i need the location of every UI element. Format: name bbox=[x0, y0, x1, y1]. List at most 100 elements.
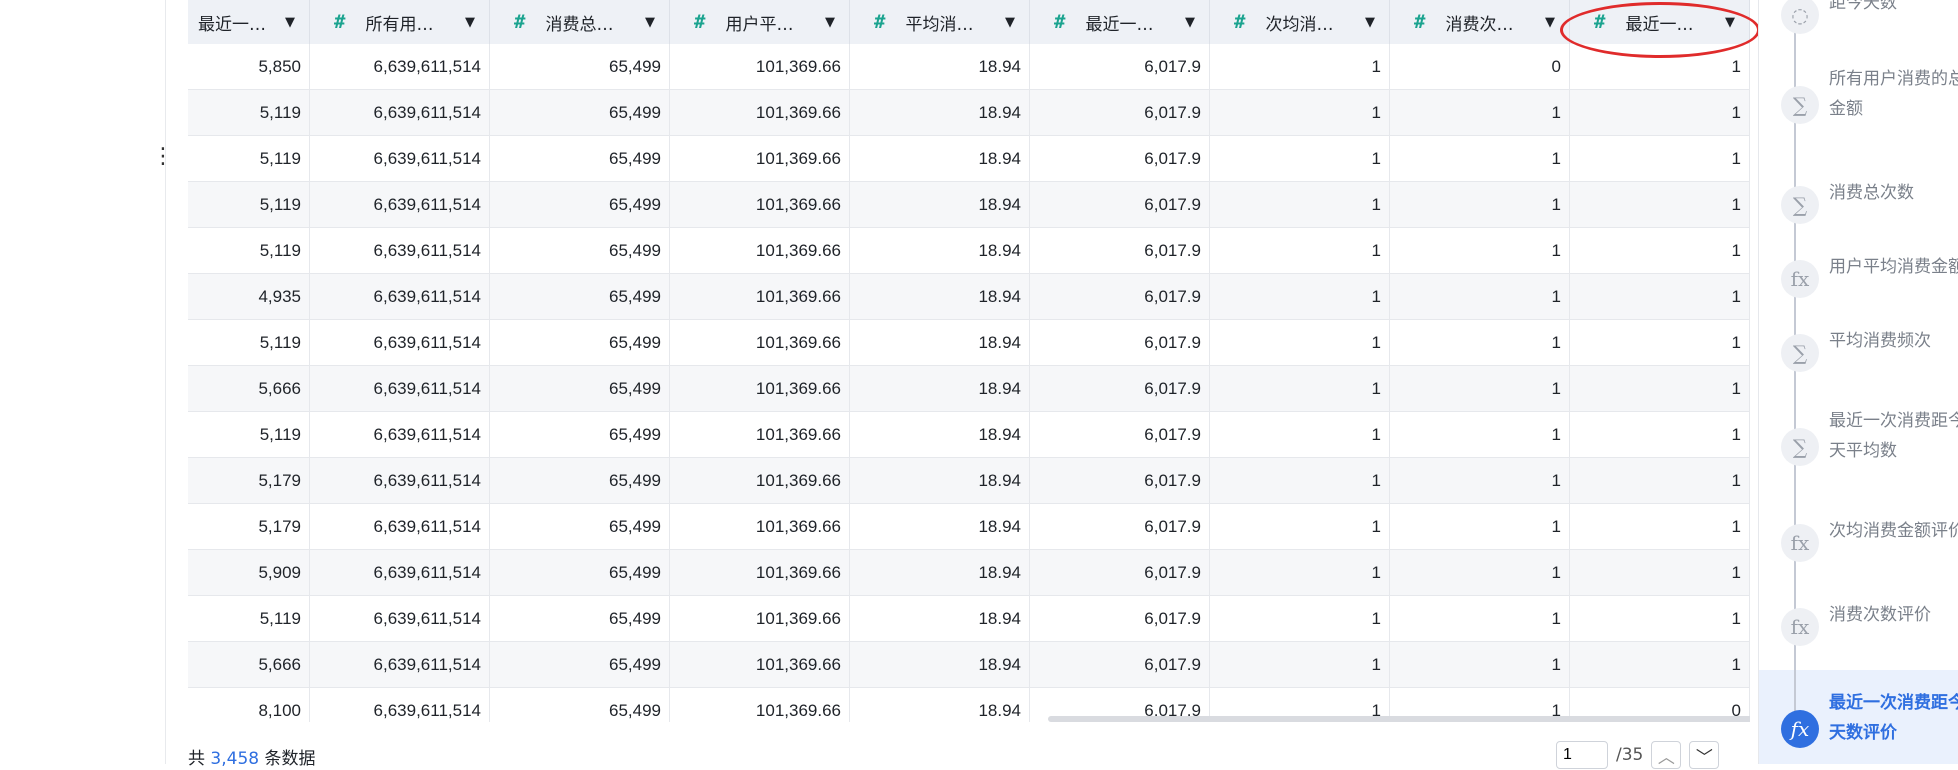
table-row[interactable]: 5,119 6,639,611,514 65,499 101,369.66 18.94 6… bbox=[188, 596, 1750, 642]
table-row[interactable]: 5,119 6,639,611,514 65,499 101,369.66 18.94 6… bbox=[188, 412, 1750, 458]
table-cell[interactable]: 1 bbox=[1570, 228, 1750, 273]
table-cell[interactable]: 6,639,611,514 bbox=[310, 228, 490, 273]
next-page-button[interactable]: ﹀ bbox=[1689, 741, 1720, 769]
table-cell[interactable]: 65,499 bbox=[490, 550, 670, 595]
table-cell[interactable]: 101,369.66 bbox=[670, 182, 850, 227]
table-cell[interactable]: 5,666 bbox=[188, 366, 310, 411]
table-cell[interactable]: 65,499 bbox=[490, 136, 670, 181]
table-cell[interactable]: 1 bbox=[1210, 90, 1390, 135]
table-cell[interactable]: 6,017.9 bbox=[1030, 366, 1210, 411]
table-cell[interactable]: 5,850 bbox=[188, 44, 310, 89]
table-cell[interactable]: 65,499 bbox=[490, 274, 670, 319]
table-cell[interactable]: 6,017.9 bbox=[1030, 228, 1210, 273]
table-cell[interactable]: 1 bbox=[1210, 136, 1390, 181]
table-cell[interactable]: 5,119 bbox=[188, 320, 310, 365]
column-header-8[interactable]: # 最近一… ▼ bbox=[1570, 0, 1750, 44]
table-cell[interactable]: 1 bbox=[1390, 136, 1570, 181]
column-menu-caret-icon[interactable]: ▼ bbox=[1365, 15, 1375, 30]
table-row[interactable]: 5,179 6,639,611,514 65,499 101,369.66 18.94 6… bbox=[188, 504, 1750, 550]
table-row[interactable]: 4,935 6,639,611,514 65,499 101,369.66 18.94 6… bbox=[188, 274, 1750, 320]
table-cell[interactable]: 1 bbox=[1210, 412, 1390, 457]
table-cell[interactable]: 1 bbox=[1390, 228, 1570, 273]
table-cell[interactable]: 1 bbox=[1390, 504, 1570, 549]
table-cell[interactable]: 101,369.66 bbox=[670, 90, 850, 135]
column-header-6[interactable]: # 次均消… ▼ bbox=[1210, 0, 1390, 44]
column-header-5[interactable]: # 最近一… ▼ bbox=[1030, 0, 1210, 44]
table-cell[interactable]: 6,017.9 bbox=[1030, 182, 1210, 227]
table-cell[interactable]: 65,499 bbox=[490, 412, 670, 457]
table-cell[interactable]: 5,179 bbox=[188, 504, 310, 549]
table-cell[interactable]: 6,017.9 bbox=[1030, 596, 1210, 641]
table-cell[interactable]: 6,017.9 bbox=[1030, 90, 1210, 135]
table-cell[interactable]: 101,369.66 bbox=[670, 136, 850, 181]
table-cell[interactable]: 18.94 bbox=[850, 90, 1030, 135]
column-menu-caret-icon[interactable]: ▼ bbox=[825, 15, 835, 30]
prev-page-button[interactable]: ︿ bbox=[1651, 741, 1682, 769]
table-cell[interactable]: 6,639,611,514 bbox=[310, 642, 490, 687]
table-cell[interactable]: 1 bbox=[1390, 596, 1570, 641]
table-cell[interactable]: 6,017.9 bbox=[1030, 642, 1210, 687]
table-cell[interactable]: 4,935 bbox=[188, 274, 310, 319]
table-cell[interactable]: 18.94 bbox=[850, 642, 1030, 687]
more-vertical-icon[interactable]: ⋮ bbox=[152, 146, 174, 168]
table-cell[interactable]: 1 bbox=[1570, 320, 1750, 365]
table-cell[interactable]: 65,499 bbox=[490, 596, 670, 641]
table-cell[interactable]: 18.94 bbox=[850, 136, 1030, 181]
table-cell[interactable]: 101,369.66 bbox=[670, 274, 850, 319]
table-cell[interactable]: 1 bbox=[1390, 320, 1570, 365]
table-row[interactable]: 5,666 6,639,611,514 65,499 101,369.66 18.94 6… bbox=[188, 642, 1750, 688]
column-menu-caret-icon[interactable]: ▼ bbox=[1185, 15, 1195, 30]
table-cell[interactable]: 6,017.9 bbox=[1030, 550, 1210, 595]
table-cell[interactable]: 6,639,611,514 bbox=[310, 44, 490, 89]
table-cell[interactable]: 18.94 bbox=[850, 412, 1030, 457]
table-cell[interactable]: 18.94 bbox=[850, 320, 1030, 365]
table-cell[interactable]: 5,179 bbox=[188, 458, 310, 503]
table-cell[interactable]: 1 bbox=[1570, 412, 1750, 457]
table-cell[interactable]: 1 bbox=[1570, 550, 1750, 595]
table-cell[interactable]: 101,369.66 bbox=[670, 228, 850, 273]
table-cell[interactable]: 5,119 bbox=[188, 136, 310, 181]
table-cell[interactable]: 101,369.66 bbox=[670, 320, 850, 365]
table-cell[interactable]: 6,639,611,514 bbox=[310, 596, 490, 641]
table-cell[interactable]: 1 bbox=[1390, 366, 1570, 411]
table-cell[interactable]: 18.94 bbox=[850, 458, 1030, 503]
table-cell[interactable]: 1 bbox=[1210, 320, 1390, 365]
table-cell[interactable]: 1 bbox=[1390, 458, 1570, 503]
column-header-1[interactable]: # 所有用… ▼ bbox=[310, 0, 490, 44]
table-cell[interactable]: 6,639,611,514 bbox=[310, 274, 490, 319]
table-row[interactable]: 5,119 6,639,611,514 65,499 101,369.66 18.94 6… bbox=[188, 182, 1750, 228]
column-menu-caret-icon[interactable]: ▼ bbox=[1545, 15, 1555, 30]
column-header-7[interactable]: # 消费次… ▼ bbox=[1390, 0, 1570, 44]
table-cell[interactable]: 1 bbox=[1570, 90, 1750, 135]
table-cell[interactable]: 1 bbox=[1210, 458, 1390, 503]
table-cell[interactable]: 18.94 bbox=[850, 228, 1030, 273]
table-cell[interactable]: 1 bbox=[1570, 44, 1750, 89]
table-cell[interactable]: 6,639,611,514 bbox=[310, 412, 490, 457]
table-cell[interactable]: 1 bbox=[1570, 136, 1750, 181]
table-cell[interactable]: 6,017.9 bbox=[1030, 412, 1210, 457]
table-row[interactable]: 5,909 6,639,611,514 65,499 101,369.66 18.94 6… bbox=[188, 550, 1750, 596]
table-cell[interactable]: 101,369.66 bbox=[670, 596, 850, 641]
table-cell[interactable]: 65,499 bbox=[490, 182, 670, 227]
table-cell[interactable]: 5,666 bbox=[188, 642, 310, 687]
table-cell[interactable]: 5,119 bbox=[188, 228, 310, 273]
table-cell[interactable]: 1 bbox=[1570, 596, 1750, 641]
table-cell[interactable]: 1 bbox=[1210, 642, 1390, 687]
table-cell[interactable]: 6,639,611,514 bbox=[310, 320, 490, 365]
table-cell[interactable]: 6,017.9 bbox=[1030, 458, 1210, 503]
table-cell[interactable]: 1 bbox=[1390, 412, 1570, 457]
column-header-0[interactable]: #最近一…▼ bbox=[188, 0, 310, 44]
table-cell[interactable]: 65,499 bbox=[490, 642, 670, 687]
table-cell[interactable]: 1 bbox=[1210, 596, 1390, 641]
table-cell[interactable]: 5,119 bbox=[188, 182, 310, 227]
table-cell[interactable]: 6,017.9 bbox=[1030, 320, 1210, 365]
table-cell[interactable]: 101,369.66 bbox=[670, 458, 850, 503]
table-cell[interactable]: 1 bbox=[1210, 274, 1390, 319]
table-row[interactable]: 5,850 6,639,611,514 65,499 101,369.66 18.94 6… bbox=[188, 44, 1750, 90]
table-cell[interactable]: 101,369.66 bbox=[670, 366, 850, 411]
table-cell[interactable]: 1 bbox=[1570, 642, 1750, 687]
table-row[interactable]: 5,179 6,639,611,514 65,499 101,369.66 18.94 6… bbox=[188, 458, 1750, 504]
table-cell[interactable]: 6,639,611,514 bbox=[310, 182, 490, 227]
table-cell[interactable]: 1 bbox=[1210, 504, 1390, 549]
table-cell[interactable]: 18.94 bbox=[850, 366, 1030, 411]
